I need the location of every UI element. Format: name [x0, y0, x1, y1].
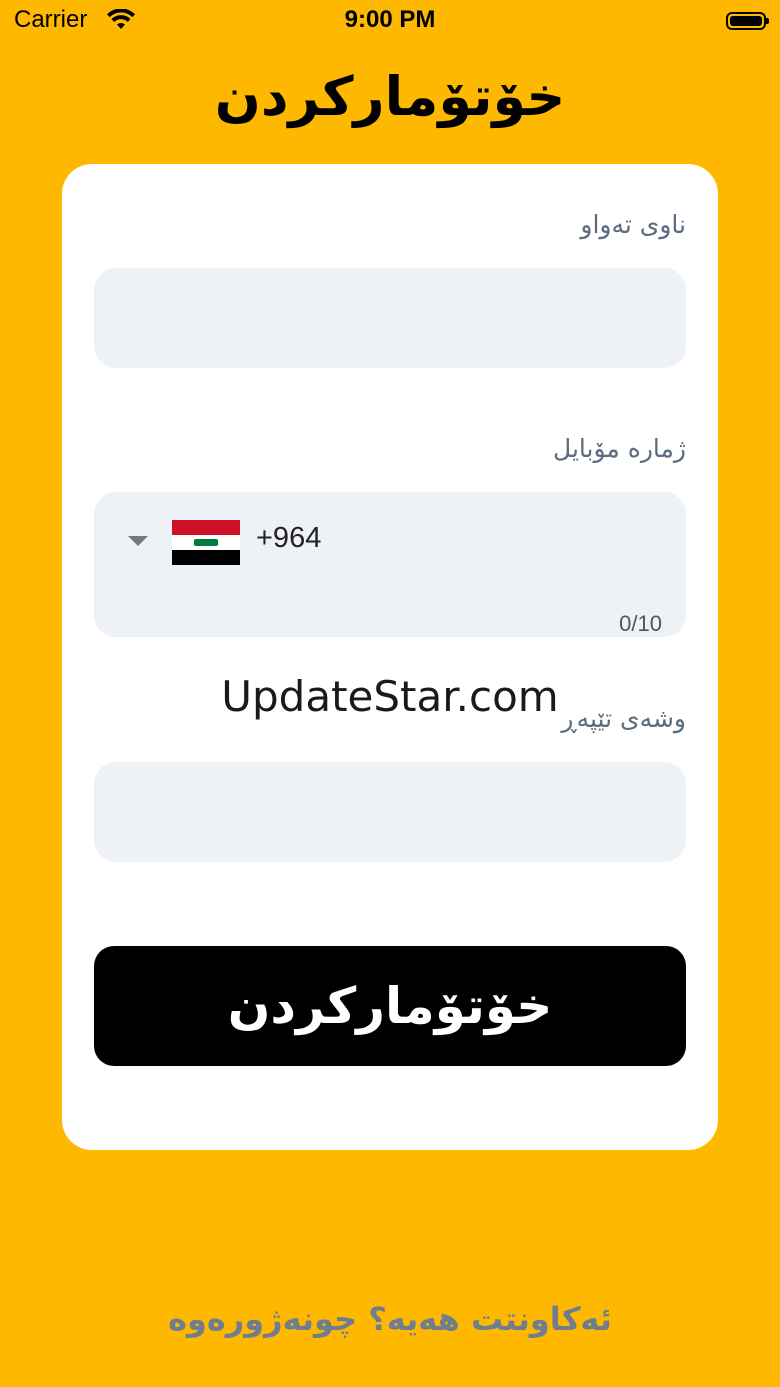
page-title: خۆتۆمارکردن	[214, 65, 566, 128]
full-name-input[interactable]	[94, 268, 686, 368]
full-name-label: ناوی تەواو	[580, 210, 686, 239]
character-counter: 0/10	[619, 611, 662, 636]
register-button[interactable]: خۆتۆمارکردن	[94, 946, 686, 1066]
register-form-card: ناوی تەواو ژمارە مۆبایل +964 0/10 وشەی ت…	[62, 164, 718, 1150]
battery-icon	[726, 12, 769, 30]
mobile-label: ژمارە مۆبایل	[553, 434, 686, 463]
watermark: UpdateStar.com	[221, 672, 559, 721]
iraq-flag-icon	[172, 520, 240, 565]
dial-code: +964	[256, 522, 322, 554]
country-code-selector[interactable]: +964	[128, 518, 368, 566]
chevron-down-icon	[128, 536, 148, 546]
status-bar: Carrier 9:00 PM	[0, 0, 780, 44]
password-input[interactable]	[94, 762, 686, 862]
mobile-input[interactable]: +964 0/10	[94, 492, 686, 637]
login-link[interactable]: ئەکاونتت هەیە؟ چونەژورەوە	[0, 1300, 780, 1338]
clock: 9:00 PM	[344, 6, 436, 33]
